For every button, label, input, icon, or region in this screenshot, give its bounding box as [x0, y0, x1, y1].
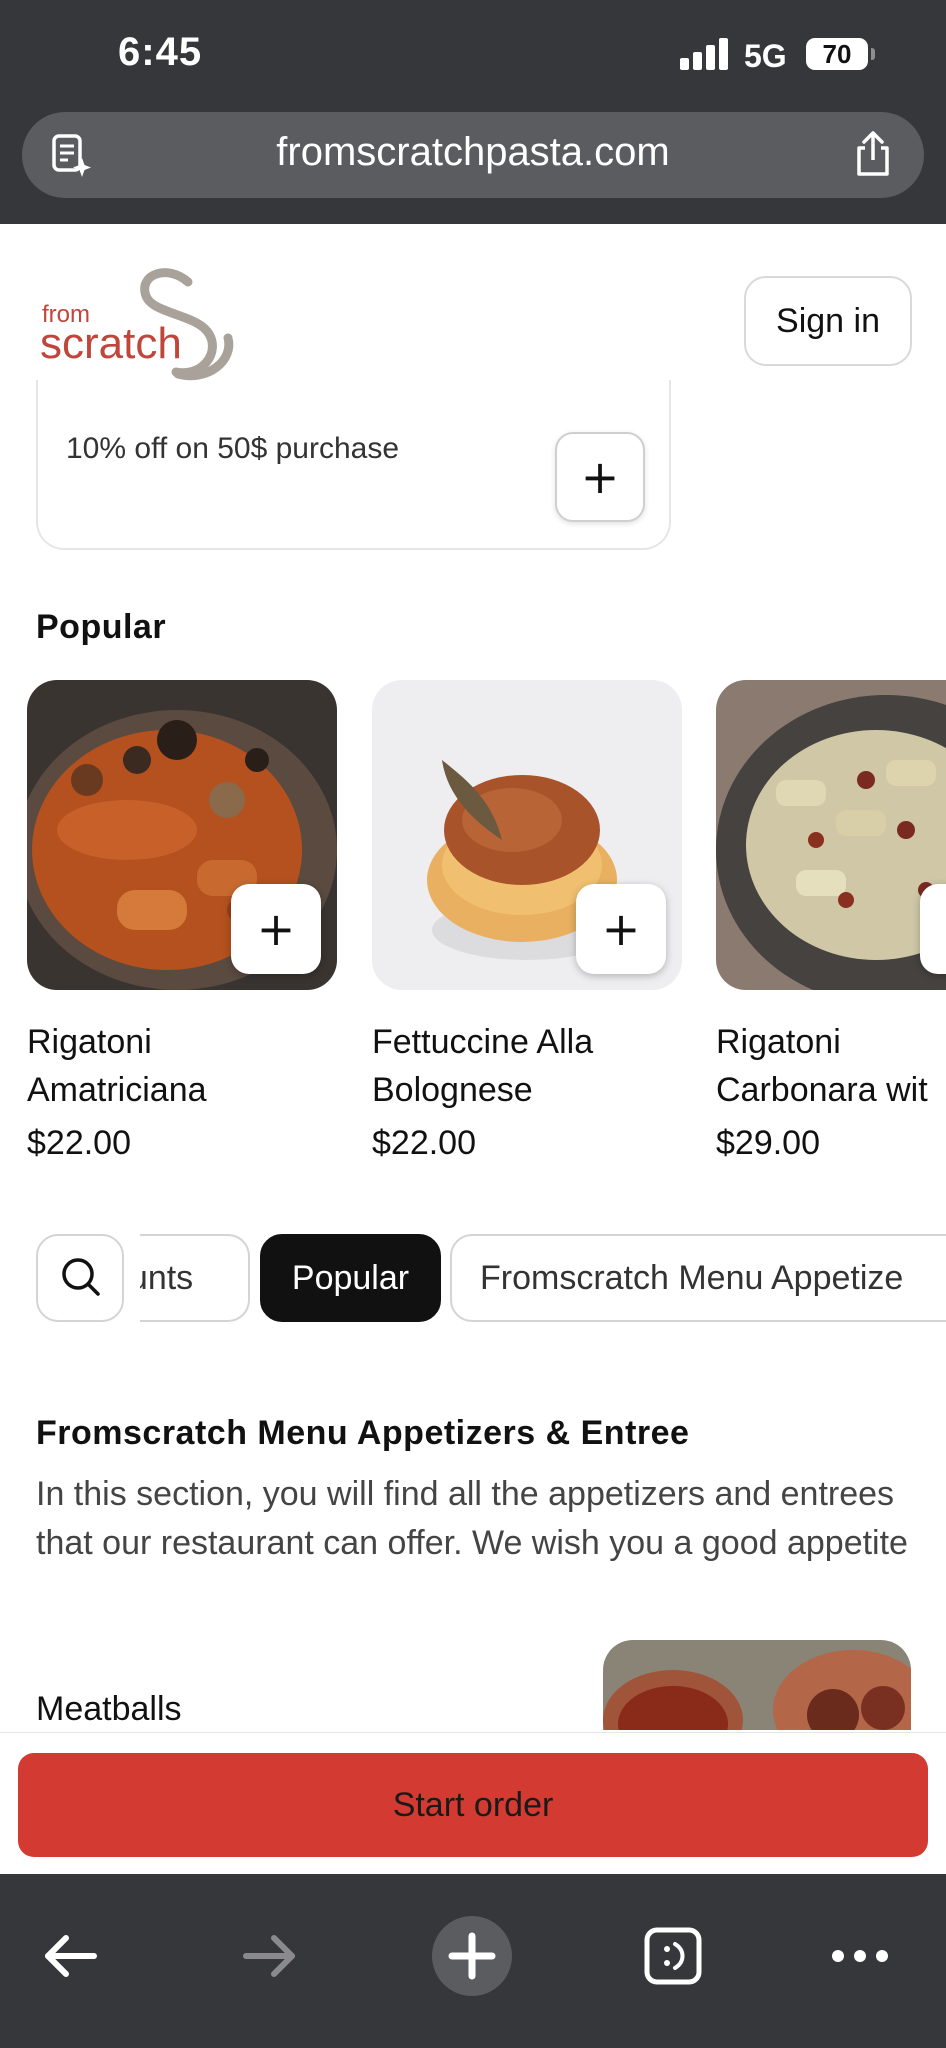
dish-name[interactable]: Rigatoni Amatriciana: [27, 1018, 337, 1114]
share-icon[interactable]: [852, 130, 894, 178]
discount-card[interactable]: 10% off on 50$ purchase +: [36, 380, 671, 550]
menu-card-rigatoni-carbonara[interactable]: + Rigatoni Carbonara wit $29.00: [716, 680, 946, 1163]
menu-card-rigatoni-amatriciana[interactable]: + Rigatoni Amatriciana $22.00: [27, 680, 337, 1163]
dish-price: $29.00: [716, 1124, 820, 1162]
order-bar: Start order: [0, 1732, 946, 1874]
section-description: In this section, you will find all the a…: [36, 1475, 908, 1562]
network-label: 5G: [744, 38, 787, 74]
dish-price: $22.00: [27, 1124, 131, 1162]
add-to-cart-button[interactable]: +: [576, 884, 666, 974]
chip-appetizers[interactable]: Fromscratch Menu Appetize: [450, 1234, 946, 1322]
fromscratch-logo[interactable]: from scratch: [38, 262, 248, 382]
add-discount-button[interactable]: +: [555, 432, 645, 522]
plus-icon[interactable]: [432, 1916, 512, 1996]
menu-item-image[interactable]: [603, 1640, 911, 1730]
dish-name[interactable]: Rigatoni Carbonara wit: [716, 1018, 946, 1114]
search-icon: [62, 1258, 100, 1296]
start-order-button[interactable]: Start order: [18, 1753, 928, 1857]
search-button[interactable]: [36, 1234, 124, 1322]
address-bar[interactable]: fromscratchpasta.com: [22, 112, 924, 198]
discount-text: 10% off on 50$ purchase: [66, 432, 400, 465]
menu-card-fettuccine-bolognese[interactable]: + Fettuccine Alla Bolognese $22.00: [372, 680, 682, 1163]
status-time: 6:45: [118, 30, 203, 74]
signal-icon: [680, 38, 730, 70]
popular-heading: Popular: [36, 608, 167, 646]
browser-toolbar: [0, 1874, 946, 2048]
dish-price: $22.00: [372, 1124, 476, 1162]
more-icon[interactable]: [820, 1916, 900, 1996]
dish-image[interactable]: +: [27, 680, 337, 990]
category-chip-bar[interactable]: ounts Popular Fromscratch Menu Appetize: [0, 1234, 946, 1324]
section-heading: Fromscratch Menu Appetizers & Entree: [36, 1414, 690, 1452]
forward-arrow-icon[interactable]: [230, 1916, 310, 1996]
browser-chrome-top: 6:45 5G 70 fromscratchpasta.com: [0, 0, 946, 224]
add-to-cart-button[interactable]: +: [231, 884, 321, 974]
dish-name[interactable]: Fettuccine Alla Bolognese: [372, 1018, 682, 1114]
sign-in-button[interactable]: Sign in: [744, 276, 912, 366]
chip-popular[interactable]: Popular: [260, 1234, 441, 1322]
battery-icon: 70: [806, 38, 875, 70]
add-to-cart-button[interactable]: +: [920, 884, 946, 974]
back-arrow-icon[interactable]: [30, 1916, 110, 1996]
chip-discounts[interactable]: ounts: [140, 1234, 250, 1322]
tabs-icon[interactable]: [633, 1916, 713, 1996]
dish-image[interactable]: +: [372, 680, 682, 990]
logo-text-scratch: scratch: [40, 319, 182, 368]
menu-item-name[interactable]: Meatballs: [36, 1690, 182, 1729]
url-text[interactable]: fromscratchpasta.com: [22, 130, 924, 175]
dish-image[interactable]: +: [716, 680, 946, 990]
